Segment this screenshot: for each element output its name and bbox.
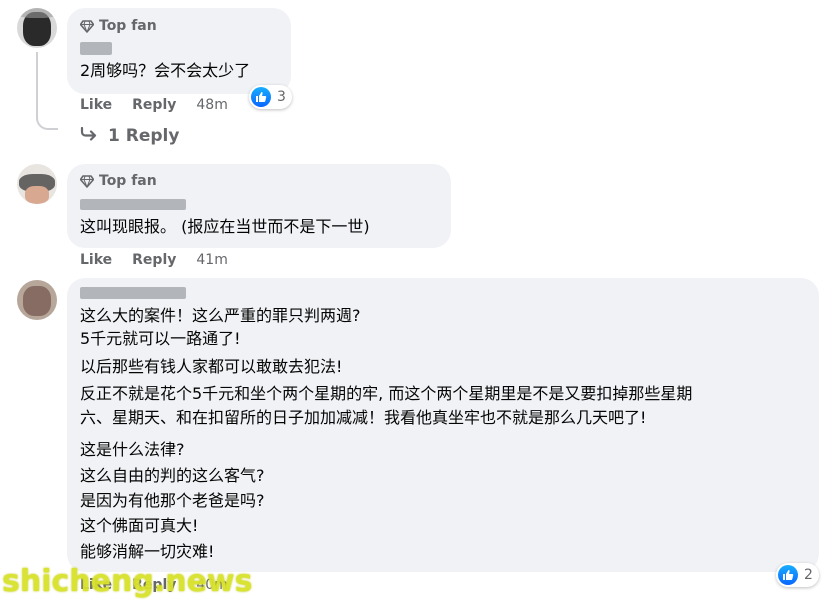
author-name-redacted[interactable] bbox=[80, 199, 186, 210]
comment-text: 这叫现眼报。 (报应在当世而不是下一世) bbox=[80, 217, 370, 236]
timestamp[interactable]: 48m bbox=[196, 97, 227, 113]
diamond-icon bbox=[80, 19, 94, 33]
comment-actions: Like Reply 48m bbox=[80, 97, 228, 113]
comment-actions: Like Reply 41m bbox=[80, 252, 228, 268]
comment-line: 这么大的案件！这么严重的罪只判两週? bbox=[80, 306, 361, 325]
badge-label: Top fan bbox=[99, 18, 157, 34]
reaction-summary[interactable]: 2 bbox=[776, 563, 819, 587]
comment-line: 六、星期天、和在扣留所的日子加加减减！我看他真坐牢也不就是那么几天吧了! bbox=[80, 408, 647, 427]
comment-line: 反正不就是花个5千元和坐个两个星期的牢, 而这个两个星期里是不是又要扣掉那些星期 bbox=[80, 384, 693, 403]
thumbs-up-icon bbox=[778, 565, 798, 585]
comment-text: 2周够吗？会不会太少了 bbox=[80, 61, 251, 80]
badge-label: Top fan bbox=[99, 173, 157, 189]
like-link[interactable]: Like bbox=[80, 252, 112, 268]
watermark: shicheng.news bbox=[2, 564, 253, 599]
top-fan-badge: Top fan bbox=[80, 18, 157, 34]
author-name-redacted[interactable] bbox=[80, 42, 112, 55]
reaction-summary[interactable]: 3 bbox=[249, 85, 292, 109]
thread-line bbox=[36, 52, 58, 130]
reply-link[interactable]: Reply bbox=[132, 252, 176, 268]
comment-line: 这是什么法律? bbox=[80, 440, 185, 459]
replies-count-label: 1 Reply bbox=[108, 126, 180, 146]
avatar[interactable] bbox=[17, 164, 57, 204]
avatar[interactable] bbox=[17, 8, 57, 48]
reaction-count: 2 bbox=[804, 567, 813, 583]
comment-line: 这个佛面可真大! bbox=[80, 516, 199, 535]
comment-line: 这么自由的判的这么客气? bbox=[80, 466, 265, 485]
diamond-icon bbox=[80, 174, 94, 188]
comment-line: 能够消解一切灾难! bbox=[80, 542, 215, 561]
like-link[interactable]: Like bbox=[80, 97, 112, 113]
reaction-count: 3 bbox=[277, 89, 286, 105]
avatar[interactable] bbox=[17, 280, 57, 320]
comment-line: 以后那些有钱人家都可以敢敢去犯法! bbox=[80, 357, 343, 376]
reply-link[interactable]: Reply bbox=[132, 97, 176, 113]
thumbs-up-icon bbox=[251, 87, 271, 107]
comment-line: 5千元就可以一路通了! bbox=[80, 329, 241, 348]
author-name-redacted[interactable] bbox=[80, 287, 186, 299]
comment-line: 是因为有他那个老爸是吗? bbox=[80, 491, 265, 510]
view-replies-link[interactable]: 1 Reply bbox=[80, 126, 179, 146]
timestamp[interactable]: 41m bbox=[196, 252, 227, 268]
top-fan-badge: Top fan bbox=[80, 173, 157, 189]
reply-arrow-icon bbox=[80, 126, 98, 146]
